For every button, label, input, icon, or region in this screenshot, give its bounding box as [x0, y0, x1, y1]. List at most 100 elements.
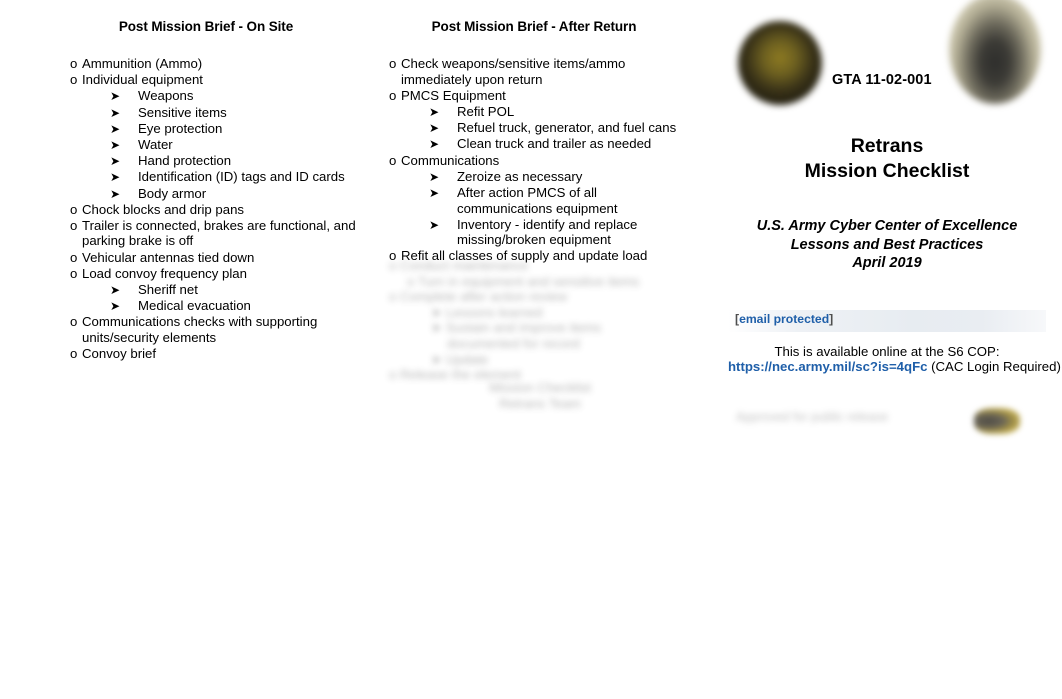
cop-url-row: https://nec.army.mil/sc?is=4qFc (CAC Log…: [728, 359, 1061, 375]
list-item-label: Medical evacuation: [138, 298, 251, 314]
bullet-o-icon: o: [389, 248, 397, 264]
list-item: o Load convoy frequency plan: [70, 266, 360, 282]
obscured-footer-text: Approved for public release: [736, 410, 889, 424]
list-item-label: Sensitive items: [138, 104, 227, 120]
list-item: o Communications: [389, 153, 679, 169]
list-item: ➤ Hand protection: [110, 153, 360, 169]
cac-login-note: (CAC Login Required): [927, 359, 1061, 374]
list-item: o PMCS Equipment: [389, 88, 679, 104]
sublist-load-convoy-frequency-plan: ➤ Sheriff net ➤ Medical evacuation: [70, 282, 360, 314]
list-item-label: Eye protection: [138, 120, 223, 136]
bullet-o-icon: o: [389, 87, 397, 103]
cop-url-link[interactable]: https://nec.army.mil/sc?is=4qFc: [728, 359, 927, 374]
bullet-o-icon: o: [70, 217, 78, 233]
list-item-label: Weapons: [138, 88, 194, 104]
arrow-bullet-icon: ➤: [110, 283, 121, 298]
list-item: ➤ After action PMCS of all communication…: [429, 185, 679, 216]
arrow-bullet-icon: ➤: [110, 154, 121, 169]
page-subtitle: U.S. Army Cyber Center of Excellence Les…: [728, 217, 1046, 273]
list-item-label: Load convoy frequency plan: [82, 265, 247, 281]
arrow-bullet-icon: ➤: [110, 137, 121, 152]
list-item-label: Zeroize as necessary: [457, 168, 583, 184]
list-item-label: Clean truck and trailer as needed: [457, 136, 652, 152]
army-seal-left-icon: [738, 21, 822, 105]
list-item: o Convoy brief: [70, 346, 360, 362]
list-item-label: Check weapons/sensitive items/ammo immed…: [401, 56, 626, 87]
list-item: ➤ Clean truck and trailer as needed: [429, 136, 679, 152]
footer-emblem-icon: [974, 408, 1020, 434]
list-item: o Chock blocks and drip pans: [70, 202, 360, 218]
column-on-site: Post Mission Brief - On Site o Ammunitio…: [70, 19, 360, 362]
list-item-label: Water: [138, 136, 173, 152]
army-seal-right-icon: [949, 0, 1041, 104]
list-item: o Refit all classes of supply and update…: [389, 248, 679, 264]
list-item-label: Individual equipment: [82, 72, 203, 88]
sublist-individual-equipment: ➤ Weapons ➤ Sensitive items ➤ Eye protec…: [70, 88, 360, 201]
bullet-o-icon: o: [70, 249, 78, 265]
list-item: ➤ Refuel truck, generator, and fuel cans: [429, 120, 679, 136]
list-item: ➤ Inventory - identify and replace missi…: [429, 217, 679, 248]
document-page: Post Mission Brief - On Site o Ammunitio…: [0, 0, 1061, 699]
list-item: ➤ Body armor: [110, 186, 360, 202]
list-item-label: Trailer is connected, brakes are functio…: [82, 217, 356, 249]
sublist-pmcs-equipment: ➤ Refit POL ➤ Refuel truck, generator, a…: [389, 104, 679, 152]
bullet-o-icon: o: [70, 265, 78, 281]
list-item: ➤ Medical evacuation: [110, 298, 360, 314]
list-item: o Communications checks with supporting …: [70, 314, 360, 345]
list-item-label: Hand protection: [138, 153, 232, 169]
arrow-bullet-icon: ➤: [429, 185, 440, 200]
list-item: o Check weapons/sensitive items/ammo imm…: [389, 56, 679, 87]
list-item: ➤ Weapons: [110, 88, 360, 104]
obscured-text-block-upper: o Conduct maintenance o Turn in equipmen…: [389, 258, 640, 383]
list-item: o Trailer is connected, brakes are funct…: [70, 218, 360, 249]
sublist-communications: ➤ Zeroize as necessary ➤ After action PM…: [389, 169, 679, 248]
list-item-label: Communications: [401, 152, 500, 168]
arrow-bullet-icon: ➤: [110, 299, 121, 314]
list-item-label: After action PMCS of all communications …: [457, 184, 618, 216]
list-item: ➤ Eye protection: [110, 121, 360, 137]
subtitle-date: April 2019: [852, 255, 922, 271]
arrow-bullet-icon: ➤: [110, 121, 121, 136]
bullet-o-icon: o: [70, 314, 78, 330]
email-protected-label: email protected: [739, 312, 830, 326]
arrow-bullet-icon: ➤: [110, 89, 121, 104]
list-item: o Individual equipment: [70, 72, 360, 88]
page-title-line1: Retrans: [850, 135, 924, 157]
bullet-o-icon: o: [70, 201, 78, 217]
list-item-label: Body armor: [138, 185, 207, 201]
list-item-label: Refuel truck, generator, and fuel cans: [457, 120, 677, 136]
list-item: ➤ Sensitive items: [110, 105, 360, 121]
list-item-label: Sheriff net: [138, 282, 198, 298]
bullet-o-icon: o: [70, 56, 78, 71]
bullet-o-icon: o: [70, 346, 78, 362]
list-item: o Vehicular antennas tied down: [70, 250, 360, 266]
column-after-return: Post Mission Brief - After Return o Chec…: [389, 19, 679, 265]
list-item-label: Vehicular antennas tied down: [82, 249, 255, 265]
list-item-label: Communications checks with supporting un…: [82, 314, 318, 345]
list-item-label: Convoy brief: [82, 346, 157, 362]
arrow-bullet-icon: ➤: [429, 169, 440, 184]
arrow-bullet-icon: ➤: [429, 121, 440, 136]
list-item: ➤ Zeroize as necessary: [429, 169, 679, 185]
list-item: ➤ Water: [110, 137, 360, 153]
arrow-bullet-icon: ➤: [429, 137, 440, 152]
page-title-line2: Mission Checklist: [804, 160, 970, 182]
checklist-after-return: o Check weapons/sensitive items/ammo imm…: [389, 56, 679, 264]
arrow-bullet-icon: ➤: [110, 170, 121, 185]
arrow-bullet-icon: ➤: [110, 186, 121, 201]
list-item-label: Identification (ID) tags and ID cards: [138, 169, 345, 185]
subtitle-series: Lessons and Best Practices: [790, 236, 984, 253]
bullet-o-icon: o: [389, 152, 397, 168]
list-item: ➤ Refit POL: [429, 104, 679, 120]
subtitle-organization: U.S. Army Cyber Center of Excellence: [756, 218, 1018, 234]
list-item: ➤ Identification (ID) tags and ID cards: [110, 169, 360, 185]
email-protected-link[interactable]: [email protected]: [735, 312, 833, 326]
arrow-bullet-icon: ➤: [429, 217, 440, 232]
bullet-o-icon: o: [389, 56, 397, 71]
cover-panel: GTA 11-02-001 Retrans Mission Checklist …: [728, 0, 1061, 699]
list-item-label: Inventory - identify and replace missing…: [457, 216, 638, 248]
list-item-label: Chock blocks and drip pans: [82, 201, 245, 217]
obscured-text-block-lower: Mission Checklist Retrans Team: [489, 380, 591, 411]
list-item: ➤ Sheriff net: [110, 282, 360, 298]
arrow-bullet-icon: ➤: [429, 104, 440, 119]
